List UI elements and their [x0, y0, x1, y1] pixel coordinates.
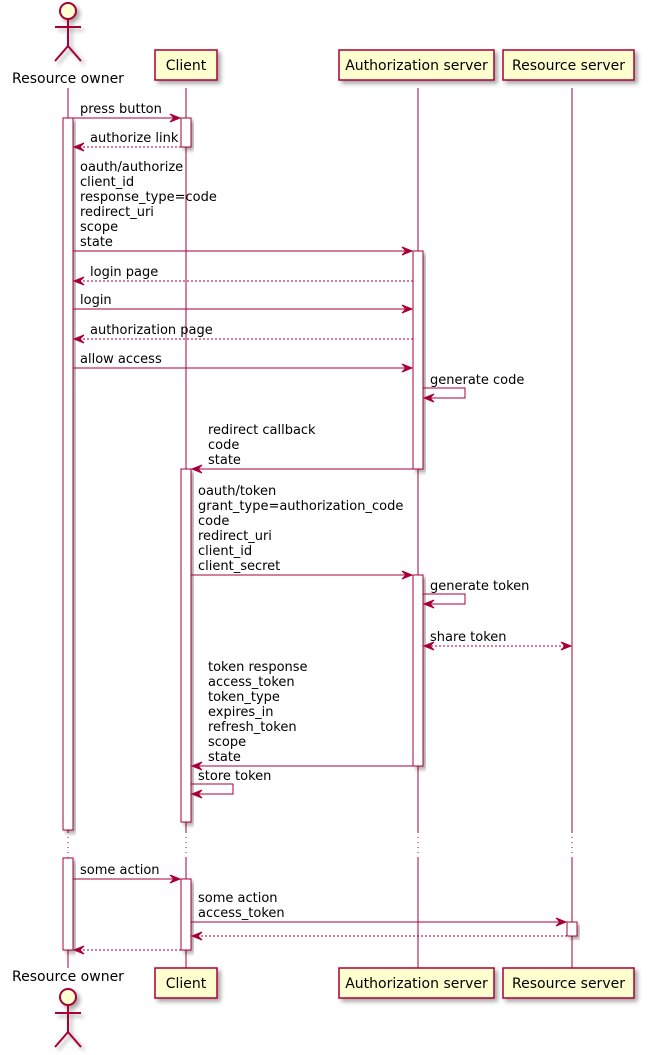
arrowhead: [190, 931, 203, 941]
message-label: some action: [198, 891, 278, 906]
message-label: code: [198, 514, 229, 529]
arrowhead: [560, 641, 573, 651]
message-label: refresh_token: [208, 720, 297, 735]
activation-bar-auth: [412, 250, 424, 470]
activation-bar-owner: [62, 857, 74, 951]
message: login page: [72, 265, 413, 286]
message-label: some action: [80, 863, 160, 878]
message: generate token: [422, 579, 529, 609]
message: login: [73, 293, 414, 314]
participant-label: Resource server: [512, 976, 625, 992]
activation-bar-owner: [62, 117, 74, 831]
arrowhead: [72, 334, 85, 344]
message-label: code: [208, 438, 239, 453]
participant-auth-bottom: Authorization server: [338, 967, 495, 999]
message: authorization page: [72, 323, 413, 344]
message: press button: [73, 102, 182, 123]
participant-client-top: Client: [154, 49, 218, 81]
arrowhead: [72, 276, 85, 286]
message-label: oauth/authorize: [80, 160, 183, 175]
message-label: scope: [80, 220, 118, 235]
message: [72, 945, 181, 955]
participant-resource-top: Resource server: [502, 49, 635, 81]
message-label: login: [80, 293, 112, 308]
arrowhead: [72, 142, 85, 152]
message-label: client_secret: [198, 559, 280, 574]
message: some actionaccess_token: [191, 891, 568, 927]
message-label: authorize link: [90, 131, 179, 146]
lifelines: [67, 88, 573, 968]
actor-top: Resource owner: [12, 2, 124, 87]
message-label: access_token: [208, 675, 295, 690]
message-label: state: [208, 750, 241, 765]
message: [190, 931, 567, 941]
message-label: oauth/token: [198, 484, 276, 499]
participant-client-bottom: Client: [154, 967, 218, 999]
participant-label: Resource owner: [12, 71, 124, 87]
participant-label: Resource server: [512, 58, 625, 74]
activation-bars: [62, 117, 578, 951]
message-label: expires_in: [208, 705, 274, 720]
message-label: store token: [198, 769, 271, 784]
activation-bar-auth: [412, 574, 424, 767]
message: token responseaccess_tokentoken_typeexpi…: [190, 660, 413, 771]
message: share token: [422, 630, 573, 651]
messages: press button authorize link oauth/authoriz…: [72, 102, 573, 955]
participant-label: Authorization server: [345, 976, 488, 992]
stick-figure-icon: [54, 2, 82, 62]
participant-resource-bottom: Resource server: [502, 967, 635, 999]
message-label: press button: [80, 102, 162, 117]
participant-auth-top: Authorization server: [338, 49, 495, 81]
activation-bar-resource: [566, 921, 578, 937]
message-label: scope: [208, 735, 246, 750]
message-label: client_id: [80, 175, 134, 190]
activation-bar-client: [180, 878, 192, 951]
message-label: generate code: [430, 373, 524, 388]
message-label: share token: [430, 630, 507, 645]
message: oauth/tokengrant_type=authorization_code…: [191, 484, 414, 580]
participant-label: Resource owner: [12, 969, 124, 985]
actor-bottom: Resource owner: [12, 969, 124, 1048]
participant-label: Authorization server: [345, 58, 488, 74]
message: redirect callbackcodestate: [190, 423, 413, 474]
stick-figure-icon: [54, 988, 82, 1048]
message-label: redirect_uri: [198, 529, 272, 544]
participant-label: Client: [166, 976, 207, 992]
message-label: state: [208, 453, 241, 468]
message: authorize link: [72, 131, 181, 152]
message: allow access: [73, 352, 414, 373]
activation-bar-client: [180, 117, 192, 148]
message-label: token response: [208, 660, 308, 675]
message-label: allow access: [80, 352, 162, 367]
message-label: token_type: [208, 690, 280, 705]
message-label: access_token: [198, 906, 285, 921]
message-label: state: [80, 235, 113, 250]
arrowhead: [72, 945, 85, 955]
message-label: login page: [90, 265, 158, 280]
message-label: redirect_uri: [80, 205, 154, 220]
message: some action: [73, 863, 182, 884]
participant-label: Client: [166, 58, 207, 74]
message: store token: [190, 769, 271, 799]
message-label: grant_type=authorization_code: [198, 499, 403, 514]
message-label: authorization page: [90, 323, 213, 338]
message: generate code: [422, 373, 524, 403]
message-label: generate token: [430, 579, 529, 594]
activation-bar-client: [180, 468, 192, 823]
message-label: redirect callback: [208, 423, 316, 438]
message: oauth/authorizeclient_idresponse_type=co…: [73, 160, 414, 256]
message-label: client_id: [198, 544, 252, 559]
message-label: response_type=code: [80, 190, 217, 205]
sequence-diagram: press button authorize link oauth/authoriz…: [12, 2, 635, 1048]
